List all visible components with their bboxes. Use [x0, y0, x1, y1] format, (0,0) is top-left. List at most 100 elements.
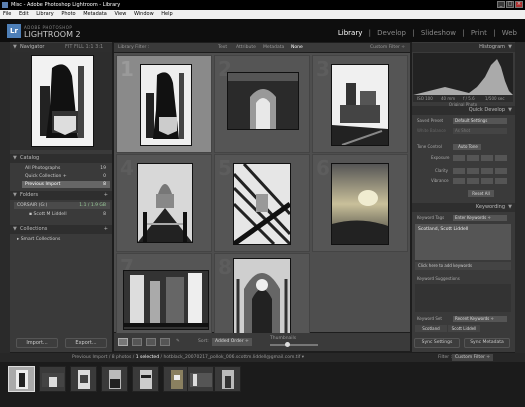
- module-develop[interactable]: Develop: [377, 29, 406, 37]
- export-button[interactable]: Export...: [65, 338, 107, 348]
- auto-tone-button[interactable]: Auto Tone: [453, 144, 481, 150]
- menu-photo[interactable]: Photo: [61, 11, 75, 17]
- minimize-button[interactable]: _: [497, 1, 505, 8]
- sort-select[interactable]: Added Order ÷: [212, 338, 252, 346]
- module-library[interactable]: Library: [338, 29, 362, 37]
- filter-attribute[interactable]: Attribute: [236, 43, 256, 52]
- keywording-title: Keywording: [475, 204, 505, 210]
- grid-cell-1[interactable]: 1: [116, 55, 212, 153]
- photo-thumbnail[interactable]: [123, 270, 209, 330]
- close-button[interactable]: ×: [515, 1, 523, 8]
- folder-scott-liddell[interactable]: ▪ Scott M Liddell 8: [26, 211, 110, 218]
- filmstrip-thumb-1[interactable]: [8, 366, 35, 392]
- module-picker: Library | Develop | Slideshow | Print | …: [337, 29, 517, 37]
- collections-header[interactable]: ▼ Collections +: [10, 225, 112, 234]
- filter-metadata[interactable]: Metadata: [263, 43, 284, 52]
- filmstrip-source[interactable]: Previous Import / 8 photos /: [72, 355, 134, 360]
- grid-cell-6[interactable]: 6: [312, 154, 408, 252]
- filmstrip-filter-select[interactable]: Custom Filter ÷: [452, 354, 494, 361]
- custom-filter-select[interactable]: Custom Filter ÷: [370, 43, 405, 52]
- menu-file[interactable]: File: [3, 11, 11, 17]
- saved-preset-select[interactable]: Default Settings: [453, 118, 507, 124]
- photo-thumbnail[interactable]: [227, 72, 299, 130]
- photo-thumbnail[interactable]: [140, 64, 192, 146]
- clarity-adjust-buttons[interactable]: [453, 168, 507, 174]
- photo-thumbnail[interactable]: [233, 258, 291, 338]
- keywording-header[interactable]: Keywording ▼: [412, 203, 515, 212]
- filmstrip-thumb-2[interactable]: [39, 366, 66, 392]
- keywords-textarea[interactable]: Scotland, Scott Liddell: [415, 224, 511, 260]
- grid-cell-2[interactable]: 2: [214, 55, 310, 153]
- photo-thumbnail[interactable]: [232, 162, 292, 247]
- add-keywords-field[interactable]: Click here to add keywords: [415, 262, 511, 270]
- grid-cell-4[interactable]: 4: [116, 154, 212, 252]
- filmstrip-thumb-3[interactable]: [70, 366, 97, 392]
- histogram-header[interactable]: Histogram ▼: [412, 43, 515, 52]
- collapse-triangle-icon: ▼: [13, 192, 17, 198]
- filmstrip-thumb-5[interactable]: [132, 366, 159, 392]
- filter-none[interactable]: None: [291, 43, 303, 52]
- brand-line2: LIGHTROOM 2: [24, 30, 81, 39]
- white-balance-select[interactable]: As Shot: [453, 128, 507, 134]
- module-slideshow[interactable]: Slideshow: [421, 29, 456, 37]
- filmstrip-thumb-4[interactable]: [101, 366, 128, 392]
- menu-help[interactable]: Help: [161, 11, 172, 17]
- menu-library[interactable]: Library: [36, 11, 53, 17]
- grid-cell-5[interactable]: 5: [214, 154, 310, 252]
- module-print[interactable]: Print: [471, 29, 487, 37]
- filmstrip-thumb-7[interactable]: [187, 366, 214, 392]
- menu-metadata[interactable]: Metadata: [83, 11, 107, 17]
- filter-text[interactable]: Text: [218, 43, 227, 52]
- keyword-set-item-scott-liddell[interactable]: Scott Liddell: [448, 325, 480, 332]
- tone-control-label: Tone Control: [417, 144, 442, 149]
- menu-view[interactable]: View: [114, 11, 126, 17]
- navigator-preview[interactable]: [31, 55, 94, 147]
- keyword-set-item-scotland[interactable]: Scotland: [415, 325, 447, 332]
- keyword-set-select[interactable]: Recent Keywords ÷: [453, 316, 507, 322]
- keyword-tags-select[interactable]: Enter Keywords ÷: [453, 215, 507, 221]
- sync-settings-button[interactable]: Sync Settings: [414, 338, 460, 348]
- thumbnail-size-slider[interactable]: [270, 344, 318, 346]
- zoom-fill[interactable]: FILL: [74, 44, 84, 50]
- clarity-row: Clarity: [413, 167, 513, 175]
- survey-view-icon[interactable]: [160, 338, 170, 346]
- right-panel-toggle-strip[interactable]: [515, 42, 525, 353]
- menu-window[interactable]: Window: [134, 11, 154, 17]
- smart-collections-item[interactable]: ▸ Smart Collections: [14, 236, 110, 243]
- left-panel-toggle-strip[interactable]: [0, 42, 10, 353]
- catalog-header[interactable]: ▼ Catalog: [10, 154, 112, 163]
- zoom-fit[interactable]: FIT: [65, 44, 72, 50]
- add-collection-icon[interactable]: +: [104, 225, 108, 234]
- sync-metadata-button[interactable]: Sync Metadata: [464, 338, 510, 348]
- compare-view-icon[interactable]: [146, 338, 156, 346]
- zoom-3-1[interactable]: 3:1: [95, 44, 103, 50]
- navigator-header[interactable]: ▼ Navigator FIT FILL 1:1 3:1: [10, 43, 112, 52]
- photo-thumbnail[interactable]: [331, 64, 389, 146]
- import-button[interactable]: Import...: [16, 338, 58, 348]
- drive-row[interactable]: CORSAIR (G:) 1.1 / 1.9 GB: [14, 202, 110, 209]
- catalog-item-all[interactable]: All Photographs 19: [22, 165, 110, 172]
- filter-label: Library Filter :: [118, 45, 150, 50]
- thumbnail-slider-handle[interactable]: [285, 342, 290, 347]
- grid-view-icon[interactable]: [118, 338, 128, 346]
- spray-can-icon[interactable]: ✎: [176, 333, 180, 351]
- photo-thumbnail[interactable]: [137, 163, 193, 243]
- photo-thumbnail[interactable]: [331, 163, 389, 245]
- quick-develop-header[interactable]: Quick Develop ▼: [412, 106, 515, 115]
- filmstrip-thumb-6[interactable]: [163, 366, 190, 392]
- folders-header[interactable]: ▼ Folders +: [10, 191, 112, 200]
- zoom-1-1[interactable]: 1:1: [86, 44, 94, 50]
- loupe-view-icon[interactable]: [132, 338, 142, 346]
- add-folder-icon[interactable]: +: [104, 191, 108, 200]
- grid-cell-3[interactable]: 3: [312, 55, 408, 153]
- module-web[interactable]: Web: [502, 29, 517, 37]
- filmstrip-thumb-8[interactable]: [214, 366, 241, 392]
- catalog-item-quick-collection[interactable]: Quick Collection + 0: [22, 173, 110, 180]
- grid-toolbar: ✎ Sort: Added Order ÷ Thumbnails: [114, 333, 410, 351]
- reset-all-button[interactable]: Reset All: [468, 190, 494, 197]
- catalog-item-previous-import[interactable]: Previous Import 8: [22, 181, 110, 188]
- menu-edit[interactable]: Edit: [19, 11, 29, 17]
- vibrance-adjust-buttons[interactable]: [453, 178, 507, 184]
- maximize-button[interactable]: □: [506, 1, 514, 8]
- exposure-adjust-buttons[interactable]: [453, 155, 507, 161]
